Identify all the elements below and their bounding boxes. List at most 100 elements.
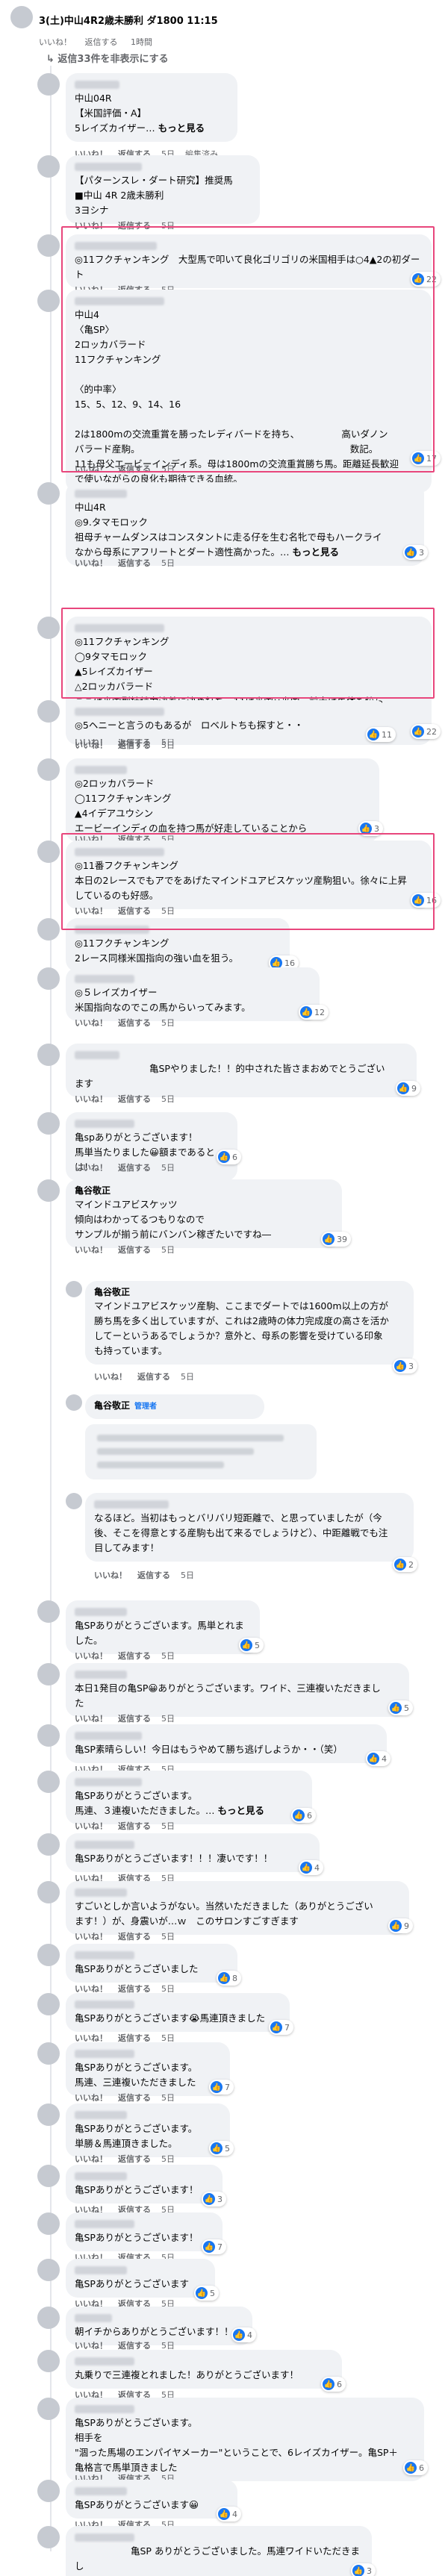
commenter-avatar[interactable] — [37, 1044, 60, 1066]
reaction-count[interactable]: 👍 12 — [299, 1005, 329, 1020]
reply-button[interactable]: 返信する — [137, 1372, 170, 1382]
commenter-avatar[interactable] — [37, 1944, 60, 1966]
reaction-count[interactable]: 👍 4 — [231, 2327, 256, 2342]
reaction-count[interactable]: 👍 5 — [239, 1638, 264, 1653]
commenter-avatar[interactable] — [66, 1281, 82, 1297]
commenter-name[interactable] — [75, 2170, 214, 2183]
reaction-count[interactable]: 👍 9 — [388, 1918, 413, 1933]
like-button[interactable]: いいね！ — [75, 1932, 108, 1942]
commenter-name[interactable] — [75, 2403, 415, 2416]
reply-button[interactable]: 返信する — [118, 1714, 151, 1724]
reply-button[interactable]: 返信する — [118, 1932, 151, 1942]
like-button[interactable]: いいね！ — [75, 1651, 108, 1661]
commenter-avatar[interactable] — [37, 2165, 60, 2187]
commenter-avatar[interactable] — [66, 1493, 82, 1509]
reply-button[interactable]: 返信する — [118, 558, 151, 568]
comment-time[interactable]: 5日 — [161, 1163, 175, 1173]
see-more-link[interactable]: もっと見る — [218, 1805, 265, 1816]
see-more-link[interactable]: もっと見る — [293, 546, 340, 558]
comment-time[interactable]: 5日 — [161, 1094, 175, 1104]
commenter-name[interactable] — [94, 1498, 405, 1511]
commenter-name[interactable]: 亀谷敬正 — [75, 1185, 333, 1197]
reaction-count[interactable]: 👍 4 — [217, 2507, 241, 2522]
hide-replies-link[interactable]: ↳ 返信33件を非表示にする — [46, 51, 169, 65]
commenter-name[interactable] — [75, 2531, 363, 2544]
commenter-name[interactable] — [75, 1886, 400, 1899]
commenter-name[interactable] — [75, 1949, 228, 1962]
commenter-avatar[interactable] — [37, 73, 60, 96]
commenter-avatar[interactable] — [37, 2526, 60, 2548]
comment-time[interactable]: 5日 — [161, 740, 175, 750]
comment-time[interactable]: 5日 — [161, 1651, 175, 1661]
like-button[interactable]: いいね！ — [75, 1094, 108, 1104]
commenter-name[interactable] — [75, 487, 415, 500]
commenter-avatar[interactable] — [37, 1600, 60, 1623]
commenter-avatar[interactable] — [37, 290, 60, 312]
like-button[interactable]: いいね！ — [94, 1372, 127, 1382]
commenter-name[interactable] — [75, 1668, 400, 1681]
comment-time[interactable]: 5日 — [161, 1714, 175, 1724]
post-reply-button[interactable]: 返信する — [85, 37, 118, 47]
reaction-count[interactable]: 👍 6 — [321, 2377, 346, 2392]
commenter-avatar[interactable] — [37, 617, 60, 639]
like-button[interactable]: いいね！ — [75, 1245, 108, 1255]
reply-button[interactable]: 返信する — [118, 740, 151, 750]
commenter-name[interactable] — [75, 160, 251, 173]
reply-button[interactable]: 返信する — [118, 1094, 151, 1104]
commenter-name[interactable] — [75, 2312, 243, 2324]
reaction-count[interactable]: 👍 7 — [269, 2020, 293, 2035]
commenter-name[interactable]: 亀谷敬正 — [94, 1286, 405, 1299]
commenter-name[interactable] — [75, 2109, 221, 2121]
comment-time[interactable]: 5日 — [161, 1821, 175, 1831]
reaction-count[interactable]: 👍 9 — [396, 1081, 420, 1096]
commenter-avatar[interactable] — [37, 482, 60, 505]
commenter-avatar[interactable] — [37, 758, 60, 781]
reaction-count[interactable]: 👍 4 — [366, 1751, 391, 1766]
commenter-avatar[interactable] — [37, 234, 60, 257]
reaction-count[interactable]: 👍 4 — [299, 1860, 323, 1875]
commenter-name[interactable] — [75, 1776, 303, 1788]
reaction-count[interactable]: 👍 6 — [291, 1808, 316, 1823]
commenter-avatar[interactable] — [37, 2212, 60, 2235]
reply-button[interactable]: 返信する — [118, 1163, 151, 1173]
reaction-count[interactable]: 👍 11 — [366, 727, 396, 742]
commenter-name[interactable] — [75, 764, 370, 776]
reply-button[interactable]: 返信する — [118, 2154, 151, 2164]
commenter-avatar[interactable] — [37, 2259, 60, 2281]
reply-button[interactable]: 返信する — [118, 1245, 151, 1255]
commenter-name[interactable] — [75, 2218, 214, 2230]
commenter-name[interactable] — [75, 2485, 228, 2498]
reaction-count[interactable]: 👍 5 — [209, 2141, 234, 2156]
like-button[interactable]: いいね！ — [75, 740, 108, 750]
commenter-name[interactable] — [75, 1730, 378, 1742]
reaction-count[interactable]: 👍 8 — [217, 1971, 241, 1986]
commenter-name[interactable] — [75, 2048, 221, 2060]
comment-time[interactable]: 5日 — [181, 1372, 194, 1382]
comment-time[interactable]: 5日 — [161, 558, 175, 568]
commenter-name[interactable] — [75, 973, 311, 985]
reply-button[interactable]: 返信する — [118, 1018, 151, 1028]
comment-time[interactable]: 5日 — [161, 1245, 175, 1255]
like-button[interactable]: いいね！ — [75, 1714, 108, 1724]
like-button[interactable]: いいね！ — [75, 558, 108, 568]
reaction-count[interactable]: 👍 6 — [403, 2460, 428, 2475]
commenter-avatar[interactable] — [37, 2042, 60, 2065]
reaction-count[interactable]: 👍 6 — [217, 1150, 241, 1164]
commenter-avatar[interactable] — [37, 2103, 60, 2126]
reaction-count[interactable]: 👍 5 — [388, 1700, 413, 1715]
reaction-count[interactable]: 👍 3 — [403, 545, 428, 560]
commenter-avatar[interactable] — [37, 155, 60, 178]
commenter-avatar[interactable] — [37, 1881, 60, 1903]
commenter-name[interactable] — [75, 705, 378, 718]
commenter-avatar[interactable] — [37, 1771, 60, 1793]
reaction-count[interactable]: 👍 22 — [411, 724, 441, 739]
link-preview[interactable] — [85, 1424, 317, 1479]
post-author-avatar[interactable] — [10, 6, 33, 28]
commenter-avatar[interactable] — [37, 2480, 60, 2502]
reaction-count[interactable]: 👍 2 — [393, 1557, 417, 1572]
reaction-count[interactable]: 👍 39 — [321, 1232, 351, 1247]
commenter-name[interactable] — [75, 1839, 311, 1851]
comment-time[interactable]: 5日 — [161, 2154, 175, 2164]
reaction-count[interactable]: 👍 7 — [209, 2080, 234, 2095]
commenter-avatar[interactable] — [37, 700, 60, 723]
